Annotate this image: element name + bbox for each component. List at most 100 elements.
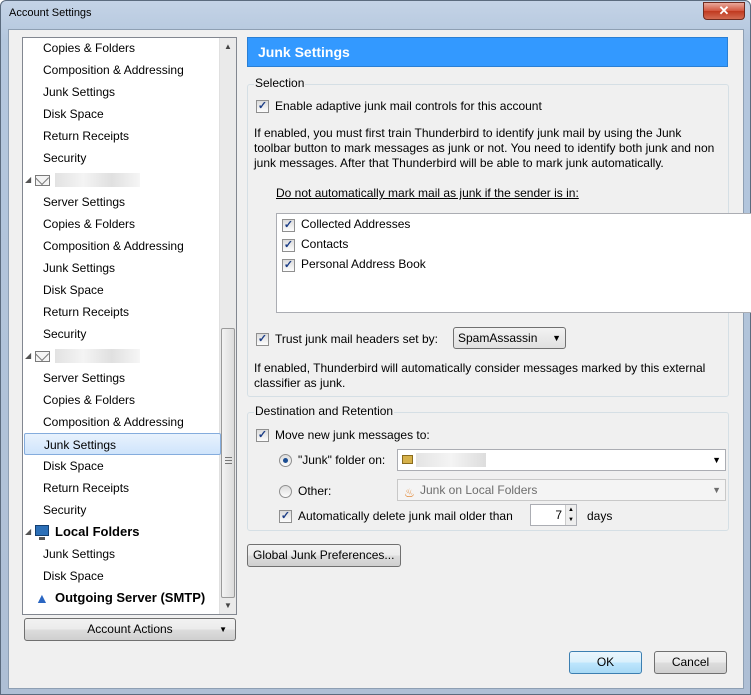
close-button[interactable]: ✕ [703, 2, 745, 20]
tree-item-label: Outgoing Server (SMTP) [55, 590, 206, 605]
contacts-checkbox[interactable]: ✓ [282, 239, 295, 252]
tree-item[interactable]: Junk Settings [23, 81, 220, 103]
tree-item[interactable]: Security [23, 147, 220, 169]
scrollbar-thumb[interactable] [221, 328, 235, 598]
title-bar[interactable]: Account Settings ✕ [1, 1, 750, 29]
classifier-select[interactable]: SpamAssassin ▼ [453, 327, 566, 349]
tree-item[interactable]: Disk Space [23, 455, 220, 477]
tree-item-label: Junk Settings [43, 85, 116, 99]
tree-item[interactable]: Return Receipts [23, 125, 220, 147]
tree-item-label: Return Receipts [43, 129, 130, 143]
move-junk-checkbox[interactable]: ✓ [256, 429, 269, 442]
expand-arrow-icon[interactable]: ◢ [25, 521, 31, 543]
tree-scrollbar[interactable]: ▲ ▼ [219, 38, 236, 614]
tree-item[interactable]: Composition & Addressing [23, 235, 220, 257]
cancel-button[interactable]: Cancel [654, 651, 727, 674]
tree-item-label: Composition & Addressing [43, 239, 184, 253]
other-folder-select[interactable]: ♨ Junk on Local Folders ▼ [397, 479, 726, 501]
cancel-label: Cancel [671, 655, 710, 669]
tree-item-label: Disk Space [43, 107, 104, 121]
trust-headers-label[interactable]: Trust junk mail headers set by: [275, 332, 438, 346]
chevron-down-icon: ▼ [712, 485, 721, 495]
chevron-down-icon: ▼ [552, 333, 561, 343]
tree-item[interactable]: Disk Space [23, 279, 220, 301]
page-title: Junk Settings [247, 37, 728, 67]
server-icon: ▲ [35, 590, 49, 606]
junk-folder-label[interactable]: "Junk" folder on: [298, 453, 385, 467]
tree-item-label: Server Settings [43, 371, 126, 385]
other-folder-radio[interactable] [279, 485, 292, 498]
spin-up-icon[interactable]: ▲ [565, 505, 576, 515]
ok-button[interactable]: OK [569, 651, 642, 674]
scroll-up-arrow-icon[interactable]: ▲ [220, 38, 236, 55]
tree-local-folders[interactable]: ◢ Local Folders [23, 521, 220, 543]
classifier-value: SpamAssassin [458, 331, 538, 345]
tree-item[interactable]: Disk Space [23, 565, 220, 587]
account-actions-label: Account Actions [87, 622, 173, 636]
expand-arrow-icon[interactable]: ◢ [25, 345, 31, 367]
junk-folder-radio[interactable] [279, 454, 292, 467]
destination-group: Destination and Retention ✓ Move new jun… [247, 404, 729, 531]
trust-headers-checkbox[interactable]: ✓ [256, 333, 269, 346]
tree-item[interactable]: Return Receipts [23, 301, 220, 323]
computer-icon [35, 525, 49, 540]
selection-group-title: Selection [254, 76, 306, 90]
window-title: Account Settings [9, 7, 92, 19]
envelope-icon [35, 351, 50, 362]
tree-item[interactable]: Return Receipts [23, 477, 220, 499]
tree-item[interactable]: Copies & Folders [23, 213, 220, 235]
move-junk-label[interactable]: Move new junk messages to: [275, 428, 430, 442]
account-tree: ▲ ▼ Copies & Folders Composition & Addres… [22, 37, 237, 615]
tree-item[interactable]: Junk Settings [24, 433, 221, 455]
tree-item[interactable]: Junk Settings [23, 543, 220, 565]
scroll-down-arrow-icon[interactable]: ▼ [220, 597, 236, 614]
days-spinner[interactable]: 7 ▲ ▼ [530, 504, 577, 526]
enable-junk-checkbox[interactable]: ✓ [256, 100, 269, 113]
tree-item[interactable]: Junk Settings [23, 257, 220, 279]
tree-item[interactable]: Security [23, 499, 220, 521]
auto-delete-checkbox[interactable]: ✓ [279, 510, 292, 523]
global-junk-preferences-button[interactable]: Global Junk Preferences... [247, 544, 401, 567]
tree-item-label: Disk Space [43, 459, 104, 473]
flame-icon: ♨ [404, 486, 415, 500]
spin-down-icon[interactable]: ▼ [565, 515, 576, 525]
tree-item-label: Return Receipts [43, 305, 130, 319]
expand-arrow-icon[interactable]: ◢ [25, 169, 31, 191]
personal-address-book-checkbox[interactable]: ✓ [282, 259, 295, 272]
enable-junk-label[interactable]: Enable adaptive junk mail controls for t… [275, 99, 542, 113]
tree-item-label: Composition & Addressing [43, 415, 184, 429]
whitelist-label: Do not automatically mark mail as junk i… [276, 186, 579, 200]
envelope-icon [35, 175, 50, 186]
tree-item[interactable]: Copies & Folders [23, 38, 220, 59]
dialog-body: ▲ ▼ Copies & Folders Composition & Addres… [8, 29, 751, 689]
tree-outgoing-server[interactable]: ▲ Outgoing Server (SMTP) [23, 587, 220, 609]
ok-label: OK [596, 655, 615, 669]
tree-item[interactable]: Server Settings [23, 367, 220, 389]
tree-item[interactable]: Disk Space [23, 103, 220, 125]
list-item[interactable]: Contacts [301, 237, 348, 251]
tree-item-label: Disk Space [43, 569, 104, 583]
destination-group-title: Destination and Retention [254, 404, 395, 418]
account-actions-button[interactable]: Account Actions ▼ [24, 618, 236, 641]
list-item[interactable]: Personal Address Book [301, 257, 426, 271]
tree-item[interactable]: Composition & Addressing [23, 59, 220, 81]
junk-account-select[interactable]: ▼ [397, 449, 726, 471]
list-item[interactable]: Collected Addresses [301, 217, 410, 231]
tree-account[interactable]: ◢ [23, 345, 220, 367]
redacted-account-name [55, 349, 140, 363]
tree-item[interactable]: Copies & Folders [23, 389, 220, 411]
selection-group: Selection ✓ Enable adaptive junk mail co… [247, 76, 751, 397]
tree-item[interactable]: Server Settings [23, 191, 220, 213]
tree-account[interactable]: ◢ [23, 169, 220, 191]
chevron-down-icon: ▼ [712, 455, 721, 465]
tree-item-label: Return Receipts [43, 481, 130, 495]
tree-item[interactable]: Composition & Addressing [23, 411, 220, 433]
address-book-list[interactable]: ✓ Collected Addresses ✓ Contacts ✓ Perso… [276, 213, 751, 313]
auto-delete-label[interactable]: Automatically delete junk mail older tha… [298, 509, 513, 523]
collected-addresses-checkbox[interactable]: ✓ [282, 219, 295, 232]
tree-item-label: Copies & Folders [43, 217, 136, 231]
tree-item-label: Server Settings [43, 195, 126, 209]
other-folder-label[interactable]: Other: [298, 484, 331, 498]
tree-item[interactable]: Security [23, 323, 220, 345]
tree-item-label: Junk Settings [44, 438, 117, 452]
